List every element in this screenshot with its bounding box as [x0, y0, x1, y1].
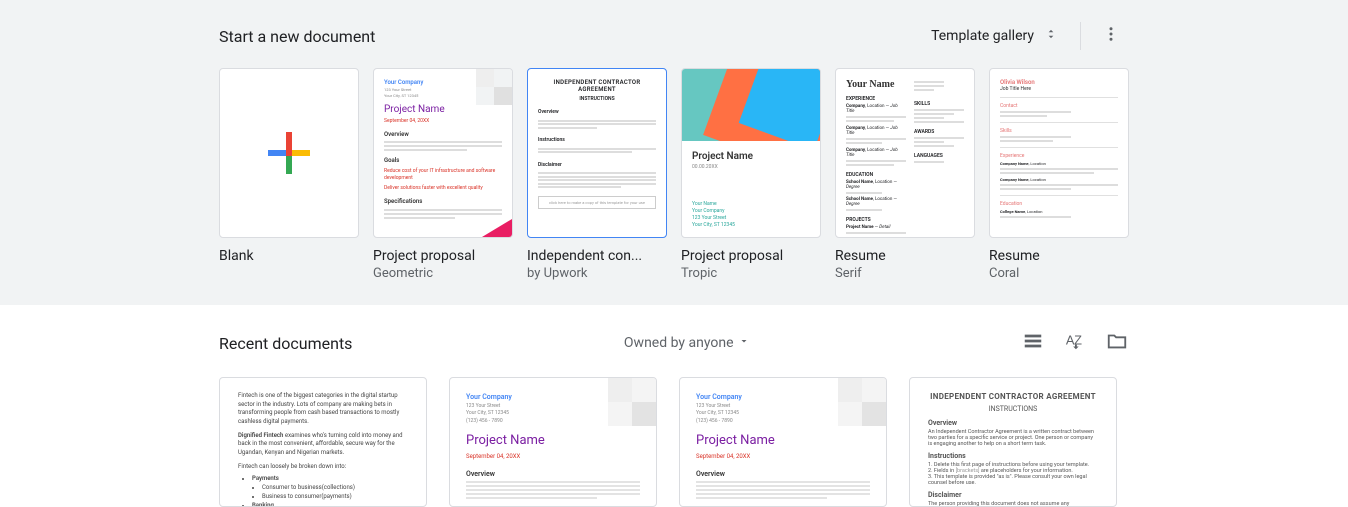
recent-doc-contractor-agreement[interactable]: INDEPENDENT CONTRACTOR AGREEMENT INSTRUC…: [909, 377, 1117, 507]
folder-icon: [1106, 330, 1128, 356]
open-file-picker-button[interactable]: [1105, 331, 1129, 355]
template-gallery-button[interactable]: Template gallery: [921, 19, 1068, 53]
ownership-filter-label: Owned by anyone: [624, 335, 734, 351]
recent-doc-project-proposal-2[interactable]: Your Company 123 Your StreetYour City, S…: [679, 377, 887, 507]
template-subtitle: Geometric: [373, 266, 513, 281]
template-thumb: Olivia Wilson Job Title Here Contact Ski…: [989, 68, 1129, 238]
template-project-proposal-tropic[interactable]: Project Name 00.00.20XX Your NameYour Co…: [681, 68, 821, 281]
templates-header: Start a new document Template gallery: [219, 18, 1129, 54]
list-view-button[interactable]: [1021, 331, 1045, 355]
template-resume-serif[interactable]: Your Name EXPERIENCE Company, Location —…: [835, 68, 975, 281]
sort-button[interactable]: AZ: [1063, 331, 1087, 355]
templates-section: Start a new document Template gallery: [0, 0, 1348, 305]
template-title: Independent con...: [527, 248, 667, 264]
recent-documents-heading: Recent documents: [219, 334, 352, 353]
divider: [1080, 22, 1081, 50]
template-independent-contractor[interactable]: INDEPENDENT CONTRACTOR AGREEMENT INSTRUC…: [527, 68, 667, 281]
template-subtitle: by Upwork: [527, 266, 667, 281]
template-gallery-label: Template gallery: [931, 28, 1034, 44]
template-subtitle: Tropic: [681, 266, 821, 281]
template-blank-thumb: [219, 68, 359, 238]
recent-grid: Fintech is one of the biggest categories…: [219, 377, 1129, 507]
template-subtitle: Serif: [835, 266, 975, 281]
plus-icon: [266, 130, 312, 176]
template-thumb: INDEPENDENT CONTRACTOR AGREEMENT INSTRUC…: [527, 68, 667, 238]
template-title: Project proposal: [373, 248, 513, 264]
template-blank[interactable]: Blank: [219, 68, 359, 281]
template-resume-coral[interactable]: Olivia Wilson Job Title Here Contact Ski…: [989, 68, 1129, 281]
template-project-proposal-geometric[interactable]: Your Company 123 Your StreetYour City, S…: [373, 68, 513, 281]
recent-doc-project-proposal-1[interactable]: Your Company 123 Your StreetYour City, S…: [449, 377, 657, 507]
template-title: Blank: [219, 248, 359, 264]
list-view-icon: [1022, 330, 1044, 356]
recent-doc-fintech[interactable]: Fintech is one of the biggest categories…: [219, 377, 427, 507]
more-vert-icon: [1102, 25, 1120, 47]
template-row: Blank Your Company 123 Your StreetYour C…: [219, 68, 1129, 281]
sort-az-icon: AZ: [1064, 330, 1086, 356]
template-thumb: Project Name 00.00.20XX Your NameYour Co…: [681, 68, 821, 238]
template-title: Resume: [835, 248, 975, 264]
template-thumb: Your Company 123 Your StreetYour City, S…: [373, 68, 513, 238]
more-options-button[interactable]: [1093, 18, 1129, 54]
dropdown-icon: [738, 335, 750, 351]
start-new-doc-heading: Start a new document: [219, 27, 375, 46]
unfold-icon: [1044, 25, 1058, 47]
template-thumb: Your Name EXPERIENCE Company, Location —…: [835, 68, 975, 238]
ownership-filter-dropdown[interactable]: Owned by anyone: [616, 329, 758, 357]
template-subtitle: Coral: [989, 266, 1129, 281]
template-title: Project proposal: [681, 248, 821, 264]
recent-header: Recent documents Owned by anyone AZ: [219, 329, 1129, 357]
recent-section: Recent documents Owned by anyone AZ: [0, 305, 1348, 507]
template-title: Resume: [989, 248, 1129, 264]
